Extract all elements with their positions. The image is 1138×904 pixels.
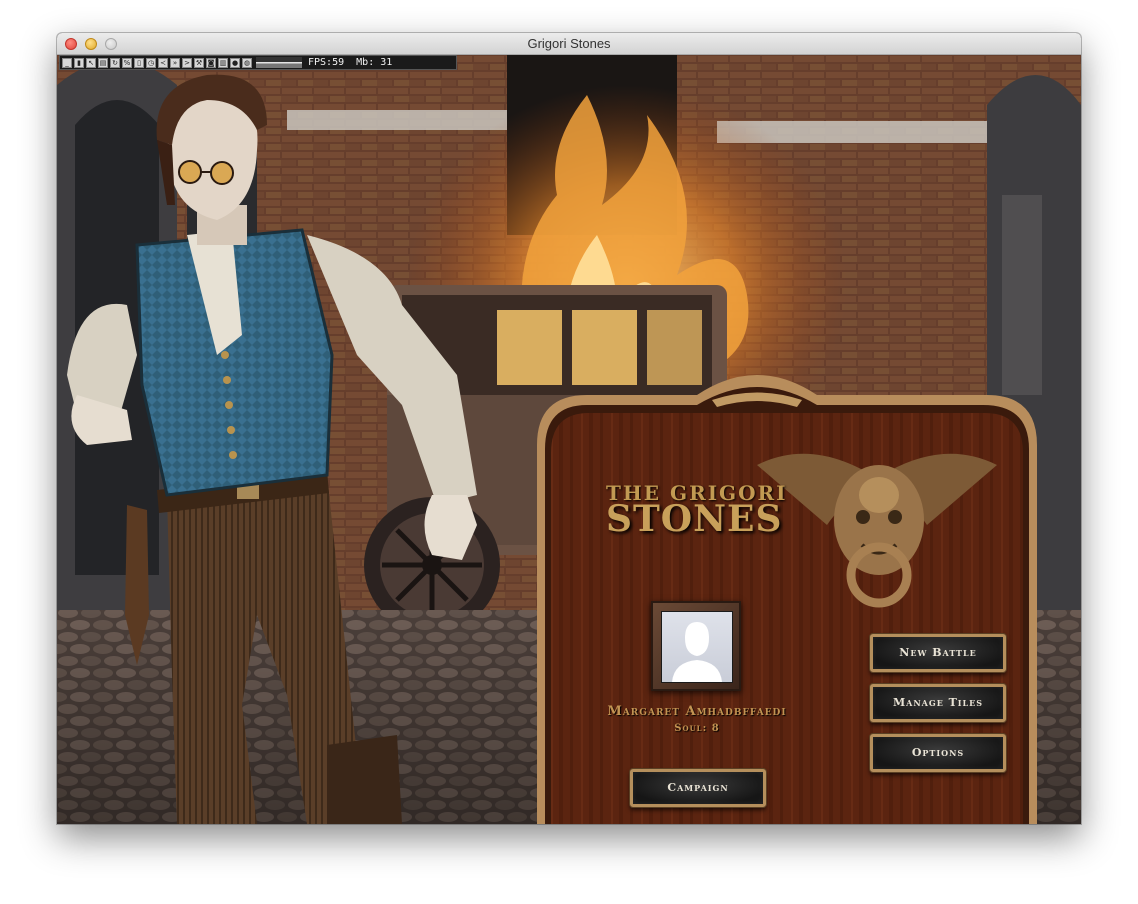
wrench-icon[interactable]: ⚒ [194, 57, 204, 68]
refresh-icon[interactable]: ↻ [110, 57, 120, 68]
cursor-icon[interactable]: ↖ [86, 57, 96, 68]
debug-toolbar: _ ▮ ↖ ▤ ↻ % ▯ ◷ ≺ » > ⚒ ◙ ▥ ● ◍ FPS:59 M… [59, 55, 457, 70]
debug-stats: FPS:59 Mb: 31 [308, 57, 398, 68]
window-title: Grigori Stones [527, 36, 611, 51]
avatar-silhouette-icon [661, 611, 733, 683]
fps-readout: FPS:59 [308, 57, 345, 68]
trash-icon[interactable]: ▥ [218, 57, 228, 68]
terminal-icon[interactable]: > [182, 57, 192, 68]
chart-icon[interactable]: ▮ [74, 57, 84, 68]
clock-icon[interactable]: ◷ [146, 57, 156, 68]
minimize-icon[interactable]: _ [62, 57, 72, 68]
player-soul-count: Soul: 8 [674, 723, 720, 734]
game-window: Grigori Stones _ ▮ ↖ ▤ ↻ % ▯ ◷ ≺ » > ⚒ ◙… [57, 33, 1081, 824]
game-logo-line2: STONES [606, 498, 783, 540]
game-viewport: _ ▮ ↖ ▤ ↻ % ▯ ◷ ≺ » > ⚒ ◙ ▥ ● ◍ FPS:59 M… [57, 55, 1081, 824]
share-icon[interactable]: ≺ [158, 57, 168, 68]
performance-graph [256, 57, 302, 68]
document-icon[interactable]: ▯ [134, 57, 144, 68]
title-bar: Grigori Stones [57, 33, 1081, 55]
player-portrait[interactable] [651, 601, 741, 691]
globe-icon[interactable]: ◍ [242, 57, 252, 68]
fast-forward-icon[interactable]: » [170, 57, 180, 68]
memory-readout: Mb: 31 [356, 57, 393, 68]
layers-icon[interactable]: ▤ [98, 57, 108, 68]
campaign-button[interactable]: Campaign [630, 769, 766, 807]
new-battle-button[interactable]: New Battle [870, 634, 1006, 672]
camera-icon[interactable]: ◙ [206, 57, 216, 68]
manage-tiles-button[interactable]: Manage Tiles [870, 684, 1006, 722]
percent-icon[interactable]: % [122, 57, 132, 68]
record-icon[interactable]: ● [230, 57, 240, 68]
player-name: Margaret Amhadbffaedi [607, 704, 787, 719]
options-button[interactable]: Options [870, 734, 1006, 772]
main-menu-panel: THE GRIGORI STONES Margaret Amhadbffaedi… [537, 355, 1037, 824]
